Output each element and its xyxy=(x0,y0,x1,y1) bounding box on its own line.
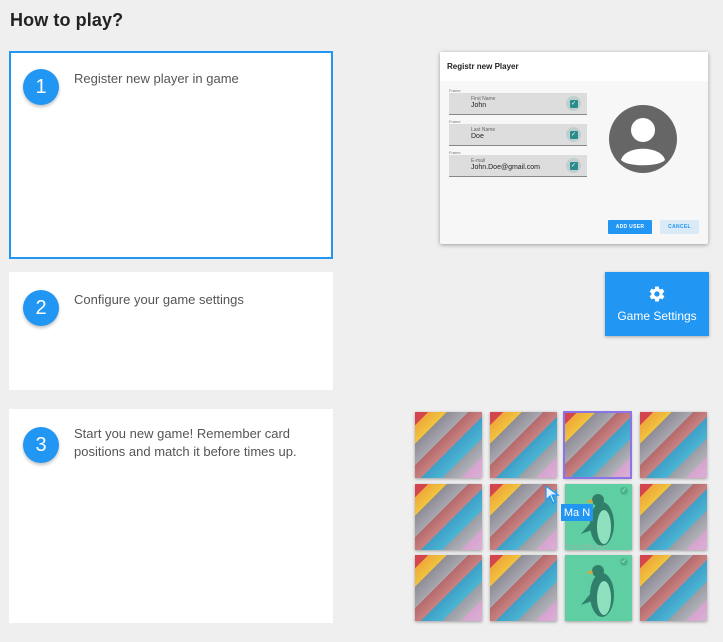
field-value: Doe xyxy=(471,133,484,140)
last-name-field[interactable]: Frame Last Name Doe ✓ xyxy=(449,119,587,146)
avatar-icon xyxy=(609,105,677,173)
cursor-icon xyxy=(545,485,560,504)
game-settings-label: Game Settings xyxy=(617,309,697,323)
memory-card[interactable] xyxy=(490,412,557,478)
memory-card[interactable] xyxy=(640,412,707,478)
memory-card[interactable] xyxy=(640,484,707,550)
first-name-field[interactable]: Frame First Name John ✓ xyxy=(449,88,587,115)
field-value: John.Doe@gmail.com xyxy=(471,164,540,171)
step-text: Start you new game! Remember card positi… xyxy=(74,426,297,459)
page-title: How to play? xyxy=(10,10,124,30)
memory-card[interactable] xyxy=(415,484,482,550)
register-dialog-preview: Registr new Player Frame First Name John… xyxy=(440,52,708,244)
step-number: 1 xyxy=(23,69,59,105)
game-settings-button[interactable]: Game Settings xyxy=(605,272,709,336)
memory-card-matched[interactable]: ✓ xyxy=(565,555,632,621)
memory-card[interactable] xyxy=(415,412,482,478)
field-value: John xyxy=(471,102,487,109)
gear-icon xyxy=(649,286,665,302)
add-user-button[interactable]: ADD USER xyxy=(608,220,652,234)
card-tooltip: Ma N xyxy=(561,504,593,521)
check-icon: ✓ xyxy=(620,558,628,566)
step-text: Configure your game settings xyxy=(74,292,244,307)
step-card-configure[interactable]: 2 Configure your game settings xyxy=(9,272,333,390)
card-caption: CardSIBame... xyxy=(566,544,612,551)
dialog-title: Registr new Player xyxy=(440,52,708,81)
cancel-button[interactable]: CANCEL xyxy=(660,220,699,234)
memory-card-selected[interactable] xyxy=(563,411,632,479)
memory-card[interactable] xyxy=(640,555,707,621)
check-icon: ✓ xyxy=(620,487,628,495)
check-icon: ✓ xyxy=(566,127,581,142)
step-card-play[interactable]: 3 Start you new game! Remember card posi… xyxy=(9,409,333,623)
check-icon: ✓ xyxy=(566,96,581,111)
check-icon: ✓ xyxy=(566,158,581,173)
step-text: Register new player in game xyxy=(74,71,239,86)
email-field[interactable]: Frame E-mail John.Doe@gmail.com ✓ xyxy=(449,150,587,177)
memory-card[interactable] xyxy=(490,555,557,621)
memory-card[interactable] xyxy=(415,555,482,621)
step-number: 2 xyxy=(23,290,59,326)
step-number: 3 xyxy=(23,427,59,463)
step-card-register[interactable]: 1 Register new player in game xyxy=(9,51,333,259)
